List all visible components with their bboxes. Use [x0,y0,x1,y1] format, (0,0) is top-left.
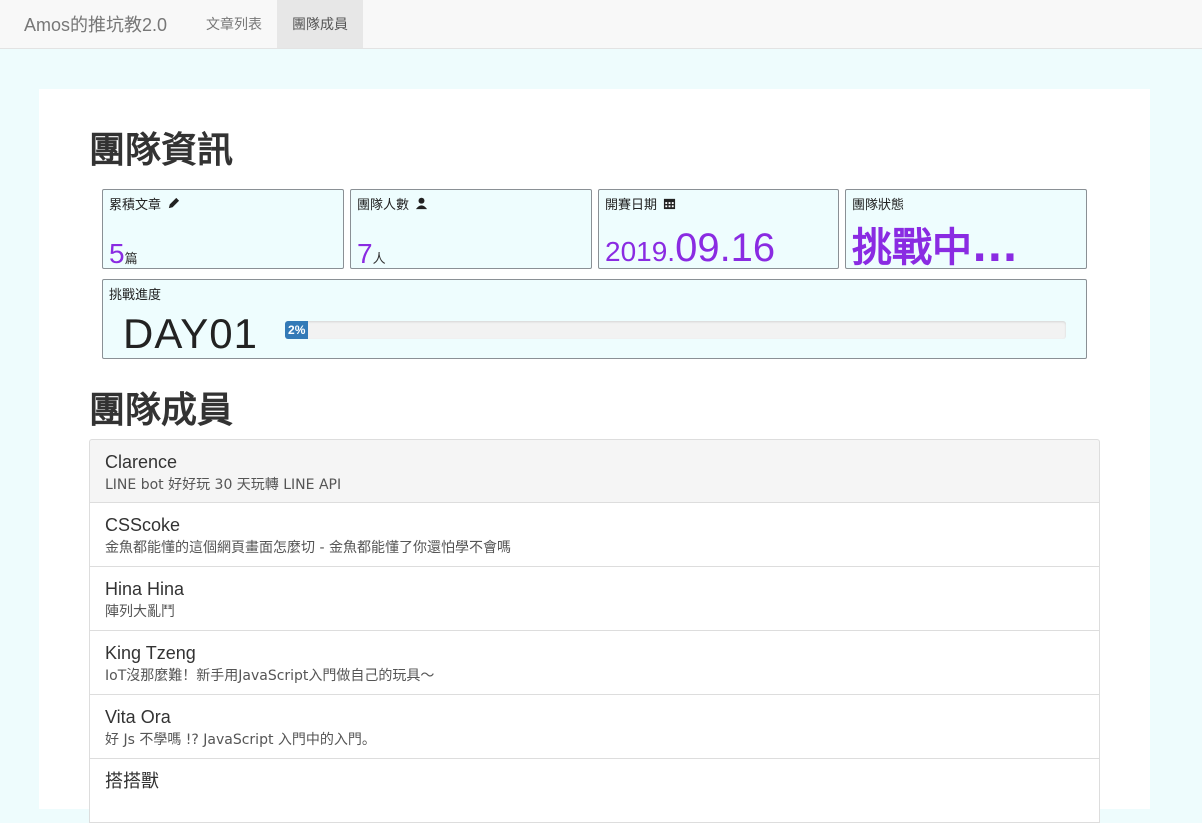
articles-stat-value-wrap: 5篇 [109,240,138,268]
articles-stat-box: 累積文章 5篇 [102,189,344,269]
status-value: 挑戰中... [852,225,1018,271]
pencil-icon [167,197,180,210]
members-stat-unit: 人 [372,251,386,266]
start-date-label-wrap: 開賽日期 [605,194,676,213]
member-series-title: LINE bot 好好玩 30 天玩轉 LINE API [105,477,342,493]
status-value-wrap: 挑戰中... [852,228,1018,268]
status-label: 團隊狀態 [852,197,905,212]
members-stat-label: 團隊人數 [357,197,410,212]
articles-stat-unit: 篇 [124,251,138,266]
articles-stat-label-wrap: 累積文章 [109,194,180,213]
member-name: Clarence [105,452,178,472]
user-icon [415,197,428,210]
nav-link-members[interactable]: 團隊成員 [277,0,364,48]
articles-stat-label: 累積文章 [109,197,162,212]
main-container: 團隊資訊 累積文章 5篇 團隊人數 7人 開賽日期 2019.09.16 團隊狀… [39,89,1150,823]
member-name: Vita Ora [105,707,171,727]
status-box: 團隊狀態 挑戰中... [845,189,1087,269]
progress-day: DAY01 [123,310,258,357]
progress-bar: 2% [285,321,1066,339]
members-stat-value-wrap: 7人 [357,240,386,268]
member-series-title: IoT沒那麼難！新手用JavaScript入門做自己的玩具～ [105,668,435,684]
member-series-title: 好 Js 不學嗎 !? JavaScript 入門中的入門。 [105,732,376,748]
list-item[interactable]: Hina Hina 陣列大亂鬥 [89,567,1100,631]
progress-label: 挑戰進度 [109,287,162,302]
start-date-value-wrap: 2019.09.16 [605,228,775,268]
member-series-title: 金魚都能懂的這個網頁畫面怎麼切 - 金魚都能懂了你還怕學不會嗎 [105,540,511,556]
team-info-title: 團隊資訊 [89,130,234,171]
navbar: Amos的推坑教2.0 文章列表 團隊成員 [0,0,1202,49]
start-date-day: 09.16 [675,226,776,270]
progress-box: 挑戰進度 DAY01 2% [102,279,1087,359]
list-item[interactable]: 搭搭獸 [89,759,1100,823]
calendar-icon [663,197,676,210]
list-item[interactable]: King Tzeng IoT沒那麼難！新手用JavaScript入門做自己的玩具～ [89,631,1100,695]
member-name: CSScoke [105,515,181,535]
start-date-label: 開賽日期 [605,197,658,212]
list-item[interactable]: CSScoke 金魚都能懂的這個網頁畫面怎麼切 - 金魚都能懂了你還怕學不會嗎 [89,503,1100,567]
list-item[interactable]: Clarence LINE bot 好好玩 30 天玩轉 LINE API [89,439,1100,503]
member-list: Clarence LINE bot 好好玩 30 天玩轉 LINE API CSSc… [89,439,1100,823]
nav-link-articles[interactable]: 文章列表 [191,0,277,48]
member-name: Hina Hina [105,579,185,599]
members-title: 團隊成員 [89,390,234,431]
articles-stat-value: 5 [109,238,125,269]
start-date-box: 開賽日期 2019.09.16 [598,189,839,269]
list-item[interactable]: Vita Ora 好 Js 不學嗎 !? JavaScript 入門中的入門。 [89,695,1100,759]
brand-link[interactable]: Amos的推坑教2.0 [0,0,191,48]
member-series-title: 陣列大亂鬥 [105,604,175,620]
progress-bar-fill: 2% [285,321,309,339]
members-stat-label-wrap: 團隊人數 [357,194,428,213]
start-date-year: 2019. [605,236,676,267]
members-stat-box: 團隊人數 7人 [350,189,592,269]
members-stat-value: 7 [357,238,373,269]
member-name: King Tzeng [105,643,196,663]
member-name: 搭搭獸 [105,771,159,791]
